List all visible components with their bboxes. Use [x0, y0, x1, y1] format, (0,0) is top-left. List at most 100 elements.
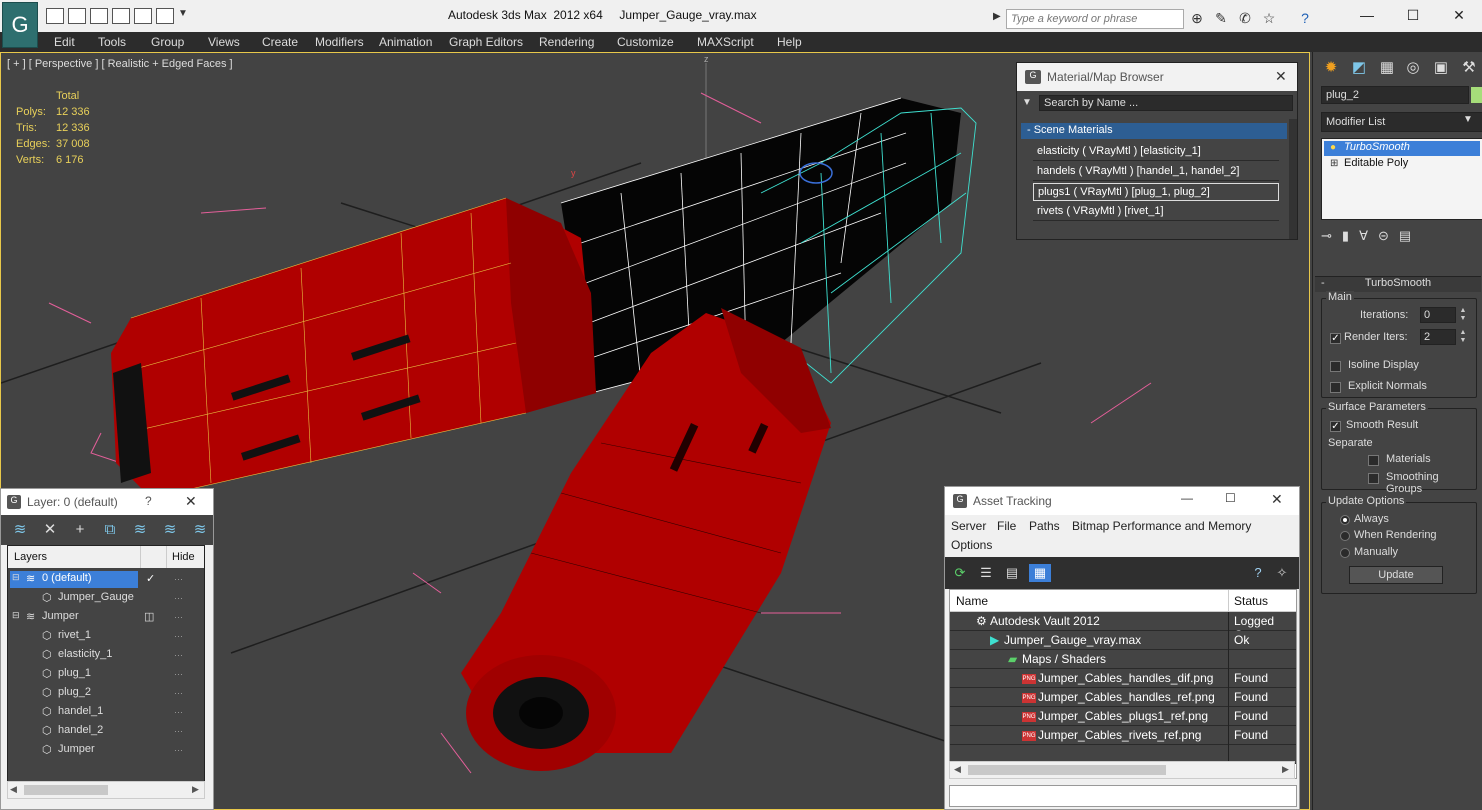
- menu-group[interactable]: Group: [151, 35, 184, 49]
- hide-toggle-icon[interactable]: ⋯: [174, 612, 186, 622]
- column-name[interactable]: Name: [956, 594, 988, 608]
- material-item-selected[interactable]: plugs1 ( VRayMtl ) [plug_1, plug_2]: [1033, 183, 1279, 201]
- menu-animation[interactable]: Animation: [379, 35, 432, 49]
- column-status[interactable]: Status: [1234, 594, 1268, 608]
- object-color-swatch[interactable]: [1471, 87, 1482, 103]
- communication-icon[interactable]: ✆: [1236, 10, 1254, 26]
- when-rendering-radio[interactable]: [1340, 531, 1350, 541]
- scene-materials-header[interactable]: - Scene Materials: [1021, 123, 1287, 139]
- maximize-icon[interactable]: ☐: [1390, 0, 1436, 30]
- app-logo-icon[interactable]: G: [2, 2, 38, 48]
- collapse-icon[interactable]: -: [1321, 277, 1325, 289]
- explicit-normals-checkbox[interactable]: [1330, 382, 1341, 393]
- maximize-icon[interactable]: ☐: [1225, 491, 1236, 505]
- stack-item-turbosmooth[interactable]: ● TurboSmooth: [1324, 141, 1480, 156]
- table-row[interactable]: PNG Jumper_Cables_handles_ref.png Found: [950, 688, 1296, 707]
- hierarchy-tab-icon[interactable]: ▦: [1375, 58, 1399, 80]
- menu-maxscript[interactable]: MAXScript: [697, 35, 754, 49]
- menu-modifiers[interactable]: Modifiers: [315, 35, 364, 49]
- menu-paths[interactable]: Paths: [1029, 519, 1060, 533]
- menu-bitmap-performance[interactable]: Bitmap Performance and Memory: [1072, 519, 1251, 533]
- iterations-spinner[interactable]: 0: [1420, 307, 1456, 323]
- create-layer-icon[interactable]: ≋: [11, 521, 29, 539]
- hide-toggle-icon[interactable]: ⋯: [174, 631, 186, 641]
- layer-row[interactable]: ⬡ handel_2 ⋯: [8, 722, 204, 741]
- close-icon[interactable]: ✕: [1436, 0, 1482, 30]
- always-radio[interactable]: [1340, 515, 1350, 525]
- dropdown-arrow-icon[interactable]: ▼: [178, 8, 188, 26]
- layer-row[interactable]: ⬡ elasticity_1 ⋯: [8, 646, 204, 665]
- configure-sets-icon[interactable]: ▤: [1399, 228, 1411, 250]
- scrollbar[interactable]: [1289, 119, 1297, 239]
- pin-stack-icon[interactable]: ⊸: [1321, 228, 1332, 250]
- help-icon[interactable]: ?: [1296, 10, 1314, 26]
- smoothing-groups-checkbox[interactable]: [1368, 473, 1379, 484]
- column-hide[interactable]: Hide: [172, 551, 195, 563]
- active-checkmark-icon[interactable]: ✓: [146, 572, 155, 585]
- scroll-right-icon[interactable]: ▶: [1282, 764, 1289, 775]
- hide-toggle-icon[interactable]: ⋯: [174, 726, 186, 736]
- stack-item-editable-poly[interactable]: ⊞ Editable Poly: [1324, 157, 1480, 172]
- menu-server[interactable]: Server: [951, 519, 986, 533]
- settings-icon[interactable]: ✧: [1273, 564, 1291, 582]
- search-input[interactable]: Type a keyword or phrase: [1006, 9, 1184, 29]
- layer-row[interactable]: ⬡ Jumper ⋯: [8, 741, 204, 760]
- close-icon[interactable]: ✕: [1271, 491, 1283, 508]
- scroll-thumb[interactable]: [24, 785, 108, 795]
- delete-icon[interactable]: ✕: [41, 521, 59, 539]
- update-button[interactable]: Update: [1349, 566, 1443, 584]
- material-search-input[interactable]: Search by Name ...: [1039, 95, 1293, 111]
- help-icon[interactable]: ?: [1249, 564, 1267, 582]
- search-expand-icon[interactable]: ▶: [993, 11, 1001, 22]
- undo-icon[interactable]: [90, 8, 108, 24]
- show-end-result-icon[interactable]: ▮: [1342, 228, 1349, 250]
- modifier-list-dropdown[interactable]: Modifier List: [1321, 112, 1482, 132]
- table-row[interactable]: ⚙ Autodesk Vault 2012 Logged Out: [950, 612, 1296, 642]
- layer-explorer-titlebar[interactable]: G Layer: 0 (default) ? ✕: [1, 489, 213, 515]
- collapse-icon[interactable]: ⊟: [12, 610, 20, 621]
- table-row[interactable]: ▰ Maps / Shaders: [950, 650, 1296, 669]
- create-tab-icon[interactable]: ✹: [1319, 58, 1343, 80]
- hide-toggle-icon[interactable]: ⋯: [174, 593, 186, 603]
- table-row[interactable]: ▶ Jumper_Gauge_vray.max Ok: [950, 631, 1296, 650]
- isoline-checkbox[interactable]: [1330, 361, 1341, 372]
- tree-view-icon[interactable]: ▤: [1003, 564, 1021, 582]
- display-tab-icon[interactable]: ▣: [1429, 58, 1453, 80]
- asset-tracking-titlebar[interactable]: G Asset Tracking — ☐ ✕: [945, 487, 1299, 515]
- manually-radio[interactable]: [1340, 548, 1350, 558]
- hide-toggle-icon[interactable]: ⋯: [174, 688, 186, 698]
- menu-views[interactable]: Views: [208, 35, 240, 49]
- turbosmooth-rollout-header[interactable]: - TurboSmooth: [1315, 276, 1481, 292]
- menu-tools[interactable]: Tools: [98, 35, 126, 49]
- layer-row[interactable]: ⬡ Jumper_Gauge ⋯: [8, 589, 204, 608]
- modify-tab-icon[interactable]: ◩: [1347, 58, 1371, 80]
- render-iters-spinner[interactable]: 2: [1420, 329, 1456, 345]
- collapse-icon[interactable]: ⊟: [12, 572, 20, 583]
- remove-modifier-icon[interactable]: ⊝: [1378, 228, 1389, 250]
- layer-row[interactable]: ⬡ handel_1 ⋯: [8, 703, 204, 722]
- close-icon[interactable]: ✕: [185, 493, 197, 510]
- options-dropdown-icon[interactable]: ▼: [1022, 97, 1032, 108]
- menu-customize[interactable]: Customize: [617, 35, 674, 49]
- table-row[interactable]: PNG Jumper_Cables_plugs1_ref.png Found: [950, 707, 1296, 726]
- object-name-field[interactable]: plug_2: [1321, 86, 1469, 104]
- spinner-arrows-icon[interactable]: ▲ ▼: [1458, 329, 1468, 345]
- layer-row[interactable]: ⊟ ≋ Jumper ◫ ⋯: [8, 608, 204, 627]
- horizontal-scrollbar[interactable]: ◀ ▶: [7, 781, 205, 799]
- minimize-icon[interactable]: —: [1181, 491, 1193, 505]
- layer-row[interactable]: ⬡ plug_1 ⋯: [8, 665, 204, 684]
- asset-path-field[interactable]: [949, 785, 1297, 807]
- hide-toggle-icon[interactable]: ⋯: [174, 745, 186, 755]
- motion-tab-icon[interactable]: ◎: [1401, 58, 1425, 80]
- close-icon[interactable]: ✕: [1275, 68, 1287, 85]
- refresh-icon[interactable]: ⟳: [951, 564, 969, 582]
- tools-icon[interactable]: ✎: [1212, 10, 1230, 26]
- save-icon[interactable]: [68, 8, 86, 24]
- customize-icon[interactable]: [156, 8, 174, 24]
- table-row[interactable]: PNG Jumper_Cables_rivets_ref.png Found: [950, 726, 1296, 745]
- redo-icon[interactable]: [112, 8, 130, 24]
- make-unique-icon[interactable]: ∀: [1359, 228, 1368, 250]
- menu-edit[interactable]: Edit: [54, 35, 75, 49]
- menu-options[interactable]: Options: [951, 538, 992, 552]
- menu-help[interactable]: Help: [777, 35, 802, 49]
